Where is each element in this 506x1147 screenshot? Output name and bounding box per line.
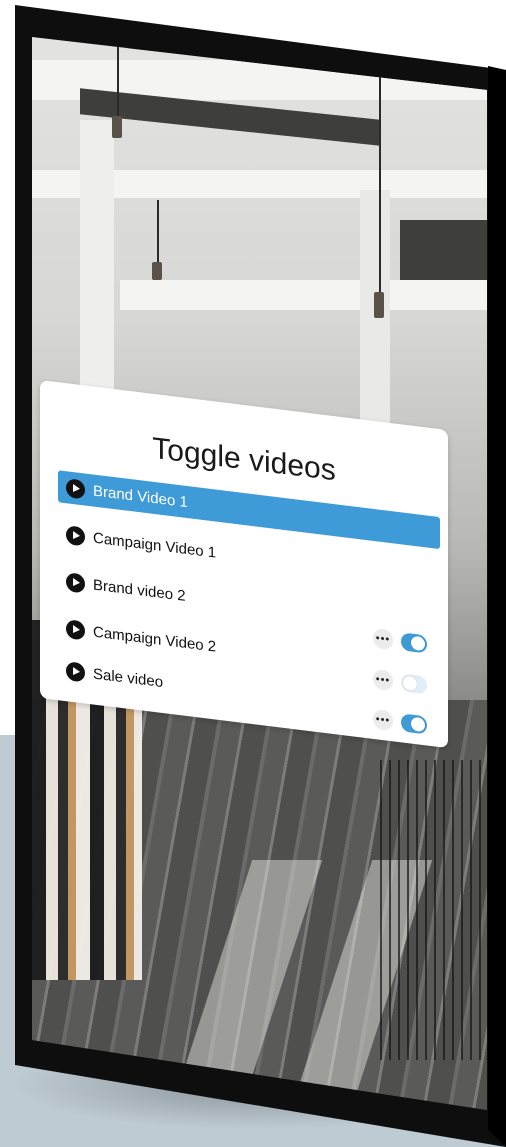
more-button[interactable]: ••• [373, 708, 393, 732]
pendant-lamp [374, 292, 384, 318]
more-button[interactable]: ••• [373, 668, 393, 692]
video-item-label: Brand video 2 [93, 576, 186, 605]
pendant-lamp [112, 116, 122, 138]
toggle-knob [403, 675, 417, 692]
pendant-wire [379, 74, 381, 294]
video-toggle[interactable] [401, 713, 427, 735]
skylight [400, 220, 487, 280]
video-item-label: Brand Video 1 [93, 482, 188, 511]
play-icon[interactable] [66, 660, 85, 683]
railing [380, 760, 487, 1060]
more-button[interactable]: ••• [373, 627, 393, 651]
pendant-wire [117, 37, 119, 117]
video-item-label: Campaign Video 2 [93, 623, 217, 656]
display-frame-side [488, 66, 506, 1147]
play-icon[interactable] [66, 571, 85, 594]
ceiling-beam [120, 280, 487, 310]
play-icon[interactable] [66, 524, 85, 547]
video-item-label: Campaign Video 1 [93, 529, 217, 562]
pendant-wire [157, 200, 159, 264]
toggle-knob [411, 716, 425, 733]
play-icon[interactable] [66, 477, 85, 500]
video-item-label: Sale video [93, 665, 164, 691]
toggle-videos-panel: Toggle videos Brand Video 1 Campaign Vid… [40, 380, 448, 749]
pendant-lamp [152, 262, 162, 280]
video-toggle[interactable] [401, 673, 427, 695]
video-toggle[interactable] [401, 632, 427, 654]
play-icon[interactable] [66, 618, 85, 641]
toggle-knob [411, 635, 425, 652]
